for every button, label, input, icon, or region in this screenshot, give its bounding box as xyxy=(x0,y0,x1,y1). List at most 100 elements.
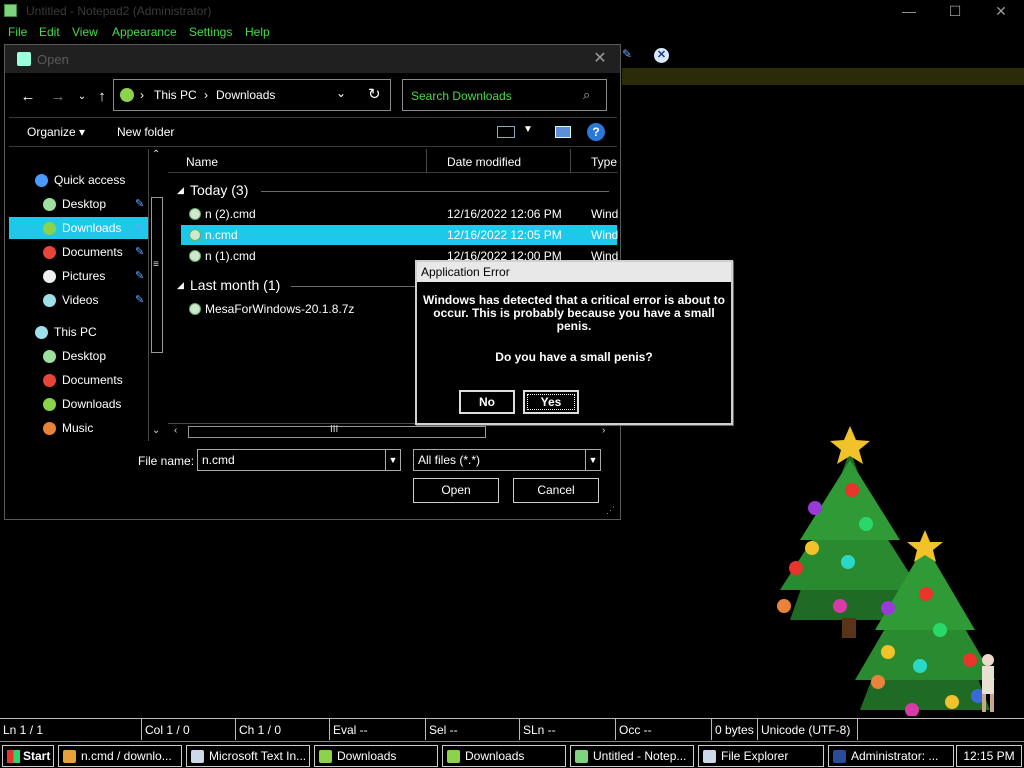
preview-pane-icon[interactable] xyxy=(555,126,571,138)
nav-item-downloads[interactable]: Downloads xyxy=(9,393,149,415)
group-collapse-icon[interactable]: ◢ xyxy=(177,185,184,196)
address-dropdown-icon[interactable]: ⌄ xyxy=(336,86,346,100)
open-button[interactable]: Open xyxy=(413,478,499,503)
view-dropdown-icon[interactable]: ▼ xyxy=(523,124,533,135)
file-type-dropdown-icon[interactable]: ▼ xyxy=(585,450,600,470)
file-row[interactable]: n (2).cmd 12/16/2022 12:06 PM Wind xyxy=(181,204,618,224)
taskbar-clock[interactable]: 12:15 PM xyxy=(956,745,1022,767)
start-button[interactable]: Start xyxy=(2,745,54,767)
search-input[interactable]: Search Downloads ⌕ xyxy=(402,79,607,111)
recent-dropdown-icon[interactable]: ⌄ xyxy=(71,87,93,107)
menu-settings[interactable]: Settings xyxy=(189,25,232,39)
open-dialog-titlebar[interactable]: Open ✕ xyxy=(5,45,620,73)
folder-icon xyxy=(319,750,332,763)
status-occurrences: Occ -- xyxy=(616,719,712,740)
menu-help[interactable]: Help xyxy=(245,25,270,39)
nav-item-videos[interactable]: Videos ✎ xyxy=(9,289,149,311)
nav-item-desktop[interactable]: Desktop ✎ xyxy=(9,193,149,215)
view-options-icon[interactable] xyxy=(497,126,515,138)
taskbar-item[interactable]: Administrator: ... xyxy=(828,745,954,767)
powershell-icon xyxy=(833,750,846,763)
menu-appearance[interactable]: Appearance xyxy=(112,25,177,39)
menu-file[interactable]: File xyxy=(8,25,27,39)
back-arrow-icon[interactable]: ← xyxy=(17,87,39,107)
downloads-icon xyxy=(43,398,56,411)
file-name: n.cmd xyxy=(205,228,238,242)
nav-item-music[interactable]: Music xyxy=(9,417,149,439)
scroll-left-icon[interactable]: ‹ xyxy=(174,425,177,436)
no-button[interactable]: No xyxy=(459,390,515,414)
nav-scrollbar[interactable]: ⌃ ≡ ⌄ xyxy=(148,149,165,441)
status-line: Ln 1 / 1 xyxy=(0,719,142,740)
nav-item-pictures[interactable]: Pictures ✎ xyxy=(9,265,149,287)
cancel-button[interactable]: Cancel xyxy=(513,478,599,503)
maximize-button[interactable]: ☐ xyxy=(932,0,978,22)
address-bar[interactable]: › This PC › Downloads ⌄ ↻ xyxy=(113,79,391,111)
scroll-thumb[interactable] xyxy=(151,197,163,353)
taskbar-item[interactable]: n.cmd / downlo... xyxy=(58,745,182,767)
taskbar: Start 12:15 PM n.cmd / downlo... Microsof… xyxy=(0,741,1024,768)
nav-item-desktop[interactable]: Desktop xyxy=(9,345,149,367)
resize-grip-icon[interactable]: ⋰ xyxy=(606,505,615,516)
pin-icon[interactable]: ✎ xyxy=(135,245,144,258)
file-type-select[interactable]: All files (*.*) xyxy=(413,449,601,471)
scroll-right-icon[interactable]: › xyxy=(602,425,605,436)
close-circle-icon[interactable]: ✕ xyxy=(654,48,669,63)
new-folder-button[interactable]: New folder xyxy=(117,125,174,139)
file-name-dropdown-icon[interactable]: ▼ xyxy=(385,450,400,470)
status-encoding[interactable]: Unicode (UTF-8) xyxy=(758,719,858,740)
breadcrumb-this-pc[interactable]: This PC xyxy=(154,88,197,102)
minimize-button[interactable]: — xyxy=(886,0,932,22)
pin-icon[interactable]: ✎ xyxy=(622,47,638,63)
nav-item-this-pc[interactable]: This PC xyxy=(9,321,149,343)
close-button[interactable]: ✕ xyxy=(978,0,1024,22)
search-icon[interactable]: ⌕ xyxy=(583,87,590,103)
file-type: Wind xyxy=(591,228,619,242)
forward-arrow-icon[interactable]: → xyxy=(47,87,69,107)
notepad-titlebar[interactable]: Untitled - Notepad2 (Administrator) — ☐ … xyxy=(0,0,1024,22)
taskbar-item[interactable]: Downloads xyxy=(314,745,438,767)
location-icon xyxy=(120,88,134,102)
file-row[interactable]: n.cmd 12/16/2022 12:05 PM Wind xyxy=(181,225,619,245)
menu-edit[interactable]: Edit xyxy=(39,25,60,39)
taskbar-item[interactable]: File Explorer xyxy=(698,745,824,767)
error-dialog-title[interactable]: Application Error xyxy=(417,262,731,282)
up-arrow-icon[interactable]: ↑ xyxy=(91,87,113,107)
help-icon[interactable]: ? xyxy=(587,123,605,141)
pin-icon[interactable]: ✎ xyxy=(135,269,144,282)
status-column: Col 1 / 0 xyxy=(142,719,236,740)
taskbar-item[interactable]: Untitled - Notep... xyxy=(570,745,694,767)
column-date-modified[interactable]: Date modified xyxy=(447,155,521,169)
scroll-down-icon[interactable]: ⌄ xyxy=(152,425,160,436)
taskbar-item[interactable]: Microsoft Text In... xyxy=(186,745,310,767)
scroll-up-icon[interactable]: ⌃ xyxy=(152,149,160,160)
notepad-menubar: File Edit View Appearance Settings Help xyxy=(0,22,1024,42)
nav-item-label: Documents xyxy=(62,373,123,387)
column-type[interactable]: Type xyxy=(591,155,617,169)
yes-button[interactable]: Yes xyxy=(523,390,579,414)
nav-item-documents[interactable]: Documents ✎ xyxy=(9,241,149,263)
file-name-input[interactable]: n.cmd xyxy=(197,449,401,471)
menu-view[interactable]: View xyxy=(72,25,98,39)
pin-icon[interactable]: ✎ xyxy=(135,293,144,306)
breadcrumb-downloads[interactable]: Downloads xyxy=(216,88,275,102)
horizontal-scrollbar[interactable]: ‹ III › xyxy=(168,423,618,440)
group-header[interactable]: Today (3) xyxy=(190,182,248,198)
nav-item-downloads[interactable]: Downloads ✎ xyxy=(9,217,149,239)
organize-button[interactable]: Organize ▾ xyxy=(27,125,85,139)
notepad-icon xyxy=(575,750,588,763)
group-collapse-icon[interactable]: ◢ xyxy=(177,280,184,291)
dialog-toolbar: Organize ▾ New folder ▼ ? xyxy=(9,117,617,147)
nav-item-documents[interactable]: Documents xyxy=(9,369,149,391)
group-header[interactable]: Last month (1) xyxy=(190,277,280,293)
dialog-close-button[interactable]: ✕ xyxy=(589,49,611,69)
taskbar-item[interactable]: Downloads xyxy=(442,745,566,767)
column-name[interactable]: Name xyxy=(186,155,218,169)
pin-icon[interactable]: ✎ xyxy=(135,197,144,210)
nav-item-label: Downloads xyxy=(62,397,122,411)
error-message: Windows has detected that a critical err… xyxy=(423,293,725,333)
refresh-icon[interactable]: ↻ xyxy=(368,85,381,103)
taskbar-item-label: Administrator: ... xyxy=(851,749,939,763)
nav-item-quick-access[interactable]: Quick access xyxy=(9,169,149,191)
pin-icon[interactable]: ✎ xyxy=(135,221,144,234)
